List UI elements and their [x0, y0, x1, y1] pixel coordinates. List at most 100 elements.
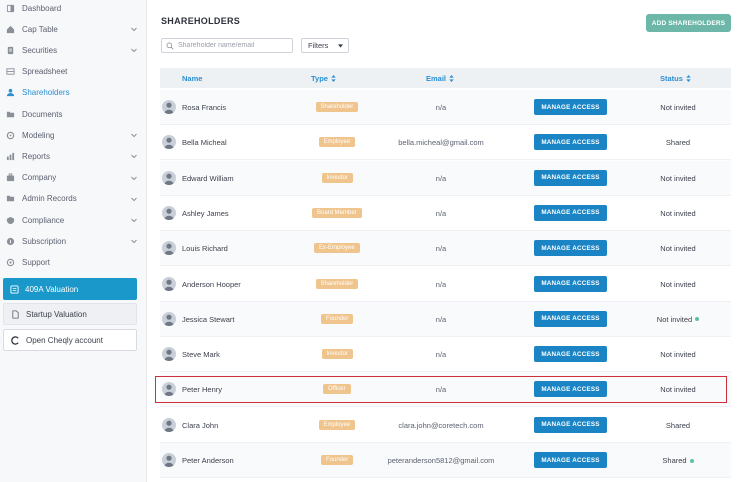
manage-access-button[interactable]: MANAGE ACCESS — [534, 310, 607, 327]
sidebar-item-reports[interactable]: Reports — [0, 146, 147, 166]
sidebar-item-label: Admin Records — [22, 194, 77, 204]
user-icon — [164, 349, 174, 362]
shareholder-email: n/a — [435, 244, 447, 254]
modeling-icon — [6, 131, 15, 140]
sidebar-item-compliance[interactable]: Compliance — [0, 210, 147, 230]
table-row: Rosa Francis Shareholder n/a MANAGE ACCESS N… — [160, 90, 731, 125]
status-text: Not invited — [660, 173, 696, 183]
type-badge: Investor — [321, 349, 353, 360]
spreadsheet-icon — [6, 67, 15, 76]
status-text: Not invited — [660, 244, 696, 254]
startup-valuation-button[interactable]: Startup Valuation — [3, 303, 137, 325]
sidebar-item-documents[interactable]: Documents — [0, 104, 147, 124]
shareholder-email: n/a — [435, 173, 447, 183]
type-badge: Ex-Employee — [314, 243, 360, 254]
table-row: Clara John Employee clara.john@coretech.co… — [160, 408, 731, 443]
page-title: SHAREHOLDERS — [161, 16, 241, 26]
manage-access-button[interactable]: MANAGE ACCESS — [534, 240, 607, 257]
table-header: Name Type Email Status — [160, 68, 731, 88]
shareholder-name: Peter Anderson — [182, 456, 234, 465]
type-badge: Investor — [321, 172, 353, 183]
sidebar-item-securities[interactable]: Securities — [0, 40, 147, 60]
chevron-down-icon[interactable] — [130, 174, 138, 182]
manage-access-button[interactable]: MANAGE ACCESS — [534, 275, 607, 292]
status-text: Not invited — [660, 350, 696, 360]
shareholder-name: Clara John — [182, 420, 219, 430]
sidebar-item-label: Compliance — [22, 215, 65, 225]
startup-valuation-label: Startup Valuation — [26, 309, 87, 319]
sort-icon — [449, 75, 454, 82]
main-content: SHAREHOLDERS ADD SHAREHOLDERS Filters Na… — [148, 0, 739, 482]
status-text: Not invited — [660, 279, 696, 289]
sidebar-item-dashboard[interactable]: Dashboard — [0, 0, 147, 18]
shareholder-name: Rosa Francis — [182, 103, 227, 112]
column-header-name[interactable]: Name — [182, 74, 202, 83]
sidebar-item-support[interactable]: Support — [0, 252, 147, 272]
sidebar-item-cap-table[interactable]: Cap Table — [0, 19, 147, 39]
sidebar-item-subscription[interactable]: Subscription — [0, 231, 147, 251]
type-badge: Shareholder — [315, 278, 359, 289]
search-box[interactable] — [161, 38, 293, 53]
manage-access-button[interactable]: MANAGE ACCESS — [534, 452, 607, 468]
manage-access-button[interactable]: MANAGE ACCESS — [534, 169, 607, 186]
status-text: Not invited — [660, 103, 696, 112]
column-header-email[interactable]: Email — [426, 74, 454, 83]
sidebar: 409A Valuation Startup Valuation Open Ch… — [0, 0, 147, 482]
manage-access-button[interactable]: MANAGE ACCESS — [534, 204, 607, 221]
manage-access-button[interactable]: MANAGE ACCESS — [534, 99, 607, 115]
type-badge: Founder — [321, 455, 354, 465]
sidebar-item-label: Documents — [22, 109, 63, 119]
chevron-down-icon[interactable] — [130, 216, 138, 224]
table-row: Anderson Hooper Shareholder n/a MANAGE ACCE… — [160, 267, 731, 302]
shareholder-name: Ashley James — [182, 208, 229, 218]
sidebar-item-company[interactable]: Company — [0, 168, 147, 188]
sidebar-item-modeling[interactable]: Modeling — [0, 125, 147, 145]
chevron-down-icon[interactable] — [130, 237, 138, 245]
chevron-down-icon[interactable] — [130, 131, 138, 139]
valuation-409a-label: 409A Valuation — [25, 284, 79, 294]
compliance-icon — [6, 216, 15, 225]
avatar — [162, 311, 176, 326]
sidebar-item-label: Reports — [22, 151, 51, 161]
avatar — [162, 170, 176, 185]
sidebar-item-label: Subscription — [22, 236, 67, 246]
sidebar-item-shareholders[interactable]: Shareholders — [0, 83, 147, 103]
avatar — [162, 453, 176, 467]
chevron-down-icon[interactable] — [130, 25, 138, 33]
user-icon — [164, 137, 174, 150]
valuation-409a-button[interactable]: 409A Valuation — [3, 278, 137, 300]
sidebar-item-label: Dashboard — [22, 3, 62, 13]
manage-access-button[interactable]: MANAGE ACCESS — [534, 134, 607, 151]
status-text: Not invited — [660, 208, 696, 218]
shareholders-icon — [6, 88, 15, 97]
chevron-down-icon[interactable] — [130, 46, 138, 54]
securities-icon — [6, 46, 15, 55]
user-icon — [164, 243, 174, 256]
shareholder-email: n/a — [435, 103, 447, 112]
add-shareholders-button[interactable]: ADD SHAREHOLDERS — [646, 14, 731, 32]
open-cheqly-account-label: Open Cheqly account — [26, 335, 103, 345]
chevron-down-icon[interactable] — [130, 195, 138, 203]
manage-access-button[interactable]: MANAGE ACCESS — [534, 416, 607, 433]
reports-icon — [6, 152, 15, 161]
user-icon — [164, 102, 174, 114]
column-header-type[interactable]: Type — [311, 74, 336, 83]
dashboard-icon — [6, 4, 15, 13]
search-input[interactable] — [178, 42, 288, 49]
filters-dropdown[interactable]: Filters — [301, 38, 349, 53]
sidebar-item-spreadsheet[interactable]: Spreadsheet — [0, 62, 147, 82]
chevron-down-icon[interactable] — [130, 152, 138, 160]
shareholder-email: n/a — [435, 350, 447, 360]
cheqly-logo-icon — [11, 335, 20, 345]
avatar — [162, 347, 176, 362]
shareholder-name: Edward William — [182, 173, 234, 183]
user-icon — [164, 314, 174, 326]
manage-access-button[interactable]: MANAGE ACCESS — [534, 346, 607, 363]
table-row: Bella Micheal Employee bella.micheal@gmail… — [160, 125, 731, 161]
status-text: Shared — [665, 420, 691, 430]
open-cheqly-account-button[interactable]: Open Cheqly account — [3, 329, 137, 351]
column-header-status[interactable]: Status — [660, 74, 691, 83]
table-row: Peter Anderson Founder peteranderson5812@g… — [160, 443, 731, 478]
sidebar-item-admin-records[interactable]: Admin Records — [0, 189, 147, 209]
shareholder-name: Anderson Hooper — [182, 279, 241, 289]
